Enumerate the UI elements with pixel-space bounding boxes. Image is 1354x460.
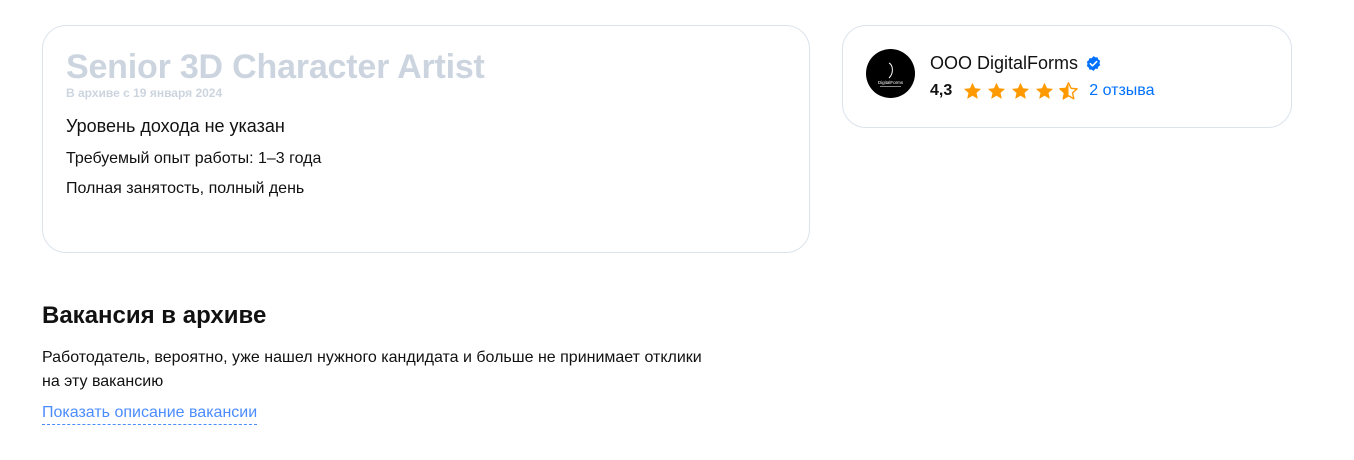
company-logo[interactable]: DigitalForms xyxy=(866,49,915,98)
company-name-link[interactable]: ООО DigitalForms xyxy=(930,51,1078,75)
vacancy-title: Senior 3D Character Artist xyxy=(66,48,485,86)
archived-since-label: В архиве с 19 января 2024 xyxy=(66,86,223,100)
experience-requirement: Требуемый опыт работы: 1–3 года xyxy=(66,150,322,167)
star-full-icon xyxy=(962,81,983,102)
rating-stars xyxy=(962,81,1079,102)
rating-row: 4,3 2 отзыва xyxy=(930,79,1155,103)
archive-heading: Вакансия в архиве xyxy=(42,302,267,329)
verified-check-icon xyxy=(1085,55,1102,72)
company-name-row: ООО DigitalForms xyxy=(930,51,1102,75)
company-card: DigitalForms ООО DigitalForms 4,3 2 отзы… xyxy=(842,25,1292,128)
star-half-icon xyxy=(1058,81,1079,102)
page: Senior 3D Character Artist В архиве с 19… xyxy=(0,0,1354,460)
archive-description-line2: на эту вакансию xyxy=(42,373,164,390)
star-full-icon xyxy=(1034,81,1055,102)
employment-type: Полная занятость, полный день xyxy=(66,180,305,197)
star-full-icon xyxy=(986,81,1007,102)
archive-description-line1: Работодатель, вероятно, уже нашел нужног… xyxy=(42,349,702,366)
salary-info: Уровень дохода не указан xyxy=(66,116,285,136)
star-full-icon xyxy=(1010,81,1031,102)
archive-description: Работодатель, вероятно, уже нашел нужног… xyxy=(42,346,787,394)
vacancy-card: Senior 3D Character Artist В архиве с 19… xyxy=(42,25,810,253)
show-description-link[interactable]: Показать описание вакансии xyxy=(42,402,258,425)
reviews-link[interactable]: 2 отзыва xyxy=(1089,82,1154,100)
rating-value: 4,3 xyxy=(930,82,953,99)
company-logo-text: DigitalForms xyxy=(878,80,904,85)
